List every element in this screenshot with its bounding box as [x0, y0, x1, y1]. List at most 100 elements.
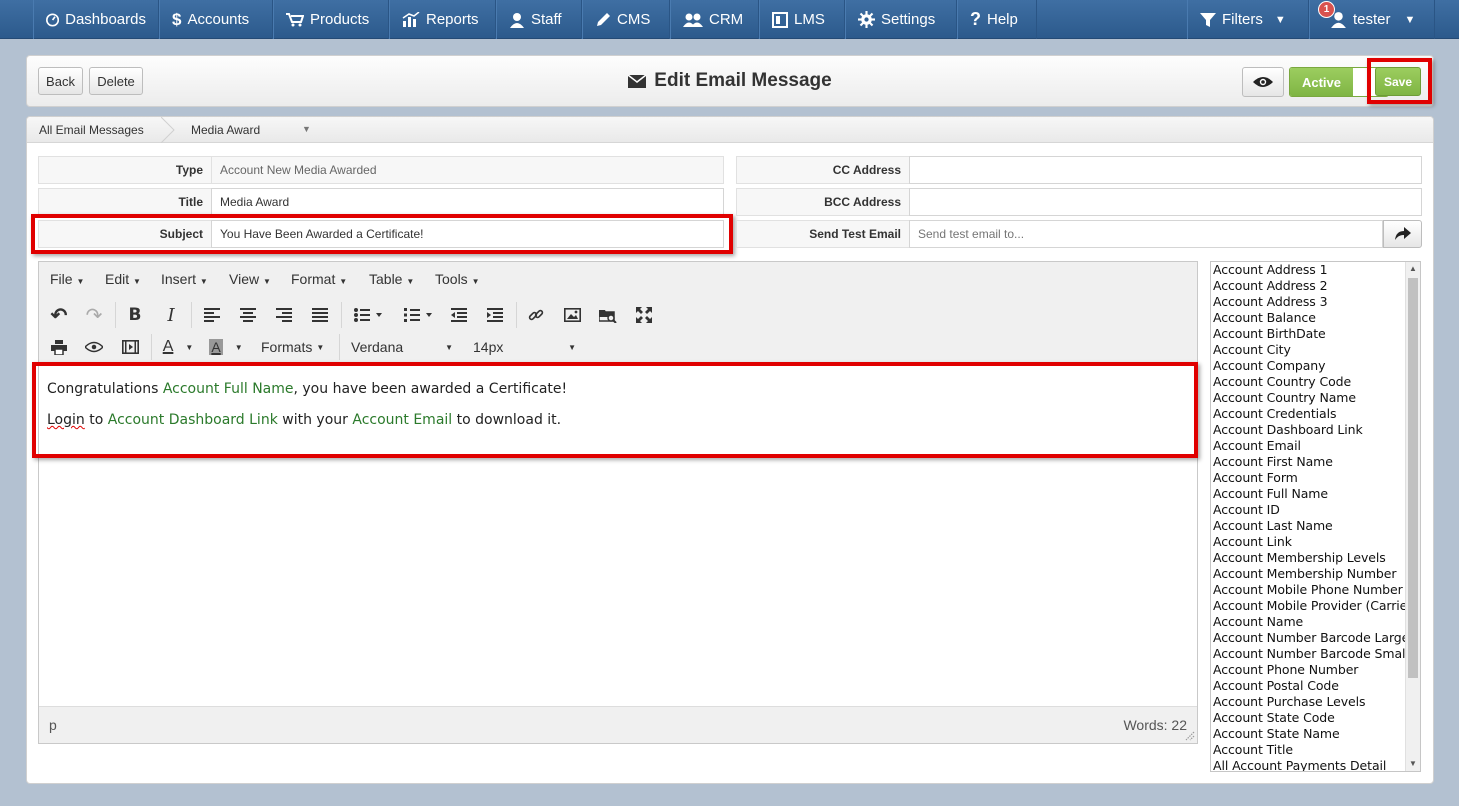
- merge-field-option[interactable]: Account Full Name: [1213, 486, 1328, 501]
- menu-edit[interactable]: Edit ▼: [105, 271, 141, 287]
- outdent-button[interactable]: [446, 302, 472, 328]
- fullscreen-button[interactable]: [631, 302, 657, 328]
- font-family-select[interactable]: Verdana ▼: [343, 334, 459, 360]
- preview-button[interactable]: [1242, 67, 1284, 97]
- resize-handle-icon[interactable]: [1185, 731, 1195, 741]
- nav-accounts[interactable]: $ Accounts: [159, 0, 273, 39]
- merge-field-option[interactable]: Account Phone Number: [1213, 662, 1358, 677]
- bold-button[interactable]: B: [122, 302, 148, 328]
- merge-field-option[interactable]: Account Membership Number: [1213, 566, 1396, 581]
- preview-button-editor[interactable]: [81, 334, 107, 360]
- active-toggle[interactable]: Active: [1289, 67, 1389, 97]
- merge-field-option[interactable]: Account Membership Levels: [1213, 550, 1386, 565]
- merge-field-option[interactable]: Account Title: [1213, 742, 1293, 757]
- print-button[interactable]: [46, 334, 72, 360]
- italic-button[interactable]: I: [158, 302, 184, 328]
- save-button[interactable]: Save: [1375, 67, 1421, 96]
- merge-field-option[interactable]: Account Mobile Provider (Carrier): [1213, 598, 1417, 613]
- menu-table[interactable]: Table ▼: [369, 271, 414, 287]
- bcc-field[interactable]: [909, 188, 1422, 216]
- scroll-thumb[interactable]: [1408, 278, 1418, 678]
- subject-field[interactable]: You Have Been Awarded a Certificate!: [211, 220, 724, 248]
- element-path[interactable]: p: [49, 717, 57, 733]
- delete-button[interactable]: Delete: [89, 67, 143, 95]
- notification-badge[interactable]: 1: [1318, 1, 1335, 18]
- merge-field-option[interactable]: Account Credentials: [1213, 406, 1337, 421]
- filters-menu[interactable]: Filters ▼: [1187, 0, 1309, 39]
- merge-field-option[interactable]: Account Postal Code: [1213, 678, 1339, 693]
- merge-field[interactable]: Account Email: [352, 412, 452, 428]
- nav-cms[interactable]: CMS: [582, 0, 670, 39]
- merge-field-option[interactable]: Account Country Name: [1213, 390, 1356, 405]
- nav-staff[interactable]: Staff: [496, 0, 582, 39]
- merge-field-option[interactable]: Account Purchase Levels: [1213, 694, 1365, 709]
- merge-field-option[interactable]: Account Balance: [1213, 310, 1316, 325]
- merge-field-option[interactable]: Account BirthDate: [1213, 326, 1326, 341]
- title-field[interactable]: Media Award: [211, 188, 724, 216]
- merge-field-option[interactable]: Account First Name: [1213, 454, 1333, 469]
- redo-button[interactable]: ↷: [81, 302, 107, 328]
- media-button[interactable]: [117, 334, 143, 360]
- merge-field-option[interactable]: Account Address 3: [1213, 294, 1328, 309]
- merge-field-option[interactable]: Account Name: [1213, 614, 1303, 629]
- merge-field-option[interactable]: Account Email: [1213, 438, 1301, 453]
- merge-field-option[interactable]: All Account Payments Detail: [1213, 758, 1386, 771]
- back-button[interactable]: Back: [38, 67, 83, 95]
- nav-reports[interactable]: Reports: [389, 0, 496, 39]
- align-center-button[interactable]: [235, 302, 261, 328]
- test-email-input[interactable]: [909, 220, 1383, 248]
- formats-dropdown[interactable]: Formats ▼: [253, 334, 333, 360]
- merge-field-option[interactable]: Account State Code: [1213, 710, 1335, 725]
- nav-crm[interactable]: CRM: [670, 0, 759, 39]
- text-color-button[interactable]: A ▼: [157, 334, 199, 360]
- menu-format[interactable]: Format ▼: [291, 271, 347, 287]
- menu-tools[interactable]: Tools ▼: [435, 271, 480, 287]
- menu-view[interactable]: View ▼: [229, 271, 271, 287]
- menu-insert[interactable]: Insert ▼: [161, 271, 208, 287]
- merge-field-option[interactable]: Account Number Barcode Large: [1213, 630, 1409, 645]
- editor-content[interactable]: Congratulations Account Full Name, you h…: [47, 380, 567, 442]
- merge-field[interactable]: Account Dashboard Link: [108, 412, 278, 428]
- merge-field-option[interactable]: Account Address 2: [1213, 278, 1328, 293]
- breadcrumb-root[interactable]: All Email Messages: [39, 117, 144, 143]
- background-color-button[interactable]: A ▼: [205, 334, 247, 360]
- merge-field-option[interactable]: Account Form: [1213, 470, 1298, 485]
- align-right-button[interactable]: [271, 302, 297, 328]
- merge-field[interactable]: Account Full Name: [163, 381, 294, 397]
- nav-products[interactable]: Products: [273, 0, 389, 39]
- merge-field-option[interactable]: Account City: [1213, 342, 1291, 357]
- link-button[interactable]: [523, 302, 549, 328]
- scroll-up-icon[interactable]: ▲: [1409, 264, 1417, 273]
- merge-field-option[interactable]: Account Number Barcode Small: [1213, 646, 1409, 661]
- indent-button[interactable]: [482, 302, 508, 328]
- file-browser-button[interactable]: [595, 302, 621, 328]
- merge-field-option[interactable]: Account Address 1: [1213, 262, 1328, 277]
- merge-field-option[interactable]: Account ID: [1213, 502, 1280, 517]
- merge-field-option[interactable]: Account Country Code: [1213, 374, 1351, 389]
- image-button[interactable]: [559, 302, 585, 328]
- merge-fields-list[interactable]: Account Address 1 Account Address 2 Accoun…: [1210, 261, 1421, 772]
- numbered-list-button[interactable]: [397, 302, 439, 328]
- font-size-select[interactable]: 14px ▼: [467, 334, 579, 360]
- merge-field-option[interactable]: Account State Name: [1213, 726, 1340, 741]
- breadcrumb-current[interactable]: Media Award: [191, 117, 260, 143]
- cc-field[interactable]: [909, 156, 1422, 184]
- undo-button[interactable]: ↶: [46, 302, 72, 328]
- scroll-down-icon[interactable]: ▼: [1409, 759, 1417, 768]
- nav-lms[interactable]: LMS: [759, 0, 845, 39]
- nav-settings[interactable]: Settings: [845, 0, 957, 39]
- merge-field-option[interactable]: Account Company: [1213, 358, 1326, 373]
- list-scrollbar[interactable]: ▲ ▼: [1405, 262, 1420, 771]
- align-left-button[interactable]: [199, 302, 225, 328]
- merge-field-option[interactable]: Account Last Name: [1213, 518, 1333, 533]
- menu-file[interactable]: File ▼: [50, 271, 84, 287]
- justify-button[interactable]: [307, 302, 333, 328]
- merge-field-option[interactable]: Account Link: [1213, 534, 1292, 549]
- nav-dashboards[interactable]: Dashboards: [33, 0, 159, 39]
- caret-down-icon[interactable]: ▼: [302, 124, 311, 134]
- nav-help[interactable]: ? Help: [957, 0, 1037, 39]
- merge-field-option[interactable]: Account Mobile Phone Number: [1213, 582, 1403, 597]
- merge-field-option[interactable]: Account Dashboard Link: [1213, 422, 1363, 437]
- send-test-button[interactable]: [1383, 220, 1422, 248]
- bullet-list-button[interactable]: [347, 302, 389, 328]
